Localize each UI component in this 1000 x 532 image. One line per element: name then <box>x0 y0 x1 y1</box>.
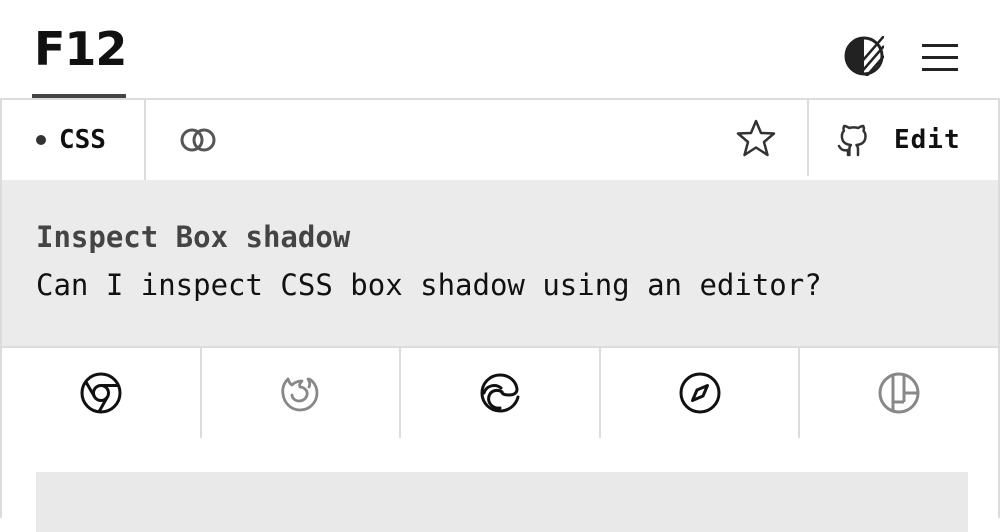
tag-dot <box>36 135 46 145</box>
firefox-icon <box>281 377 319 412</box>
tag-label: CSS <box>59 125 106 155</box>
star-icon[interactable] <box>736 118 776 158</box>
polypane-icon <box>878 372 920 414</box>
theme-toggle-icon[interactable] <box>844 36 884 76</box>
browser-tab-edge[interactable] <box>401 348 601 438</box>
menu-bar <box>922 56 958 59</box>
edge-icon <box>480 373 520 413</box>
menu-button[interactable] <box>920 40 960 74</box>
edit-label: Edit <box>894 125 961 155</box>
safari-icon <box>679 372 721 414</box>
category-tag[interactable]: CSS <box>2 100 146 180</box>
browser-tab-chrome[interactable] <box>2 348 202 438</box>
content-placeholder <box>36 472 968 532</box>
question-text: Can I inspect CSS box shadow using an ed… <box>36 268 822 302</box>
browser-tab-firefox[interactable] <box>202 348 402 438</box>
site-header: F12 <box>0 0 1000 100</box>
menu-bar <box>922 68 958 71</box>
site-logo[interactable]: F12 <box>34 26 127 72</box>
toolbar: CSS Edit <box>0 98 1000 182</box>
browser-tabs <box>0 346 1000 440</box>
answer-content <box>0 438 1000 532</box>
github-icon <box>837 124 867 157</box>
link-icon[interactable] <box>178 122 218 158</box>
question-title: Inspect Box shadow <box>36 220 351 254</box>
chrome-icon <box>80 372 122 414</box>
toolbar-divider <box>807 100 809 176</box>
question-panel: Inspect Box shadow Can I inspect CSS box… <box>0 180 1000 348</box>
browser-tab-safari[interactable] <box>601 348 801 438</box>
edit-on-github-button[interactable]: Edit <box>834 100 994 180</box>
browser-tab-polypane[interactable] <box>800 348 998 438</box>
menu-bar <box>922 44 958 47</box>
